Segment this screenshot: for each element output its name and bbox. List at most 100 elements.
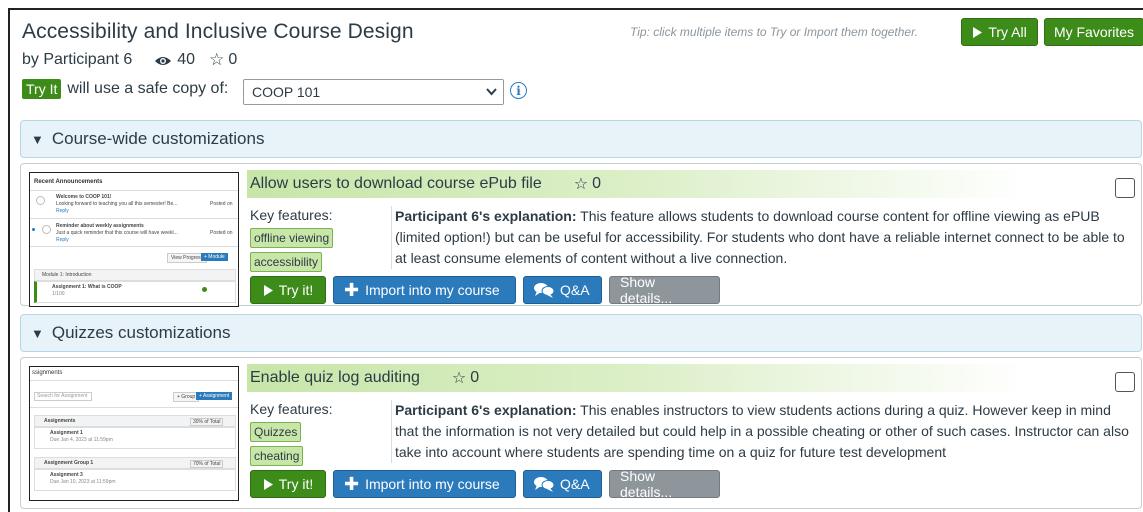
plus-icon: ✚ [344, 280, 360, 300]
import-button[interactable]: ✚ Import into my course [333, 470, 516, 498]
chat-bubbles-icon [534, 283, 554, 298]
card-star-count: 0 [592, 175, 601, 192]
try-all-button[interactable]: Try All [961, 18, 1038, 46]
thumb-text: Due Jan 4, 2023 at 11:59pm [50, 437, 113, 443]
preview-thumbnail: ssignments Search for Assignment + Group… [29, 366, 239, 501]
star-outline-icon[interactable]: ☆ [209, 50, 224, 70]
info-icon[interactable]: i [510, 82, 527, 99]
try-it-label: Try it! [278, 476, 314, 492]
section-title: Quizzes customizations [51, 323, 231, 342]
qa-label: Q&A [560, 476, 590, 492]
thumb-text: Reply [56, 237, 69, 243]
section-title: Course-wide customizations [51, 129, 265, 148]
feature-tags: Quizzes cheating [250, 422, 360, 470]
show-details-button[interactable]: Show details... [609, 468, 720, 500]
select-checkbox[interactable] [1115, 178, 1135, 198]
explanation-author: Participant 6's explanation: [395, 402, 577, 418]
thumb-text: Assignment 3 [50, 472, 83, 478]
import-label: Import into my course [365, 282, 500, 298]
thumb-heading: ssignments [32, 370, 63, 376]
card-title: Allow users to download course ePub file [250, 175, 542, 192]
feature-tag[interactable]: offline viewing [250, 228, 334, 248]
course-design-panel: Accessibility and Inclusive Course Desig… [8, 8, 1143, 512]
key-features-label: Key features: [250, 401, 333, 417]
triangle-down-icon: ▼ [31, 325, 44, 341]
try-it-button[interactable]: Try it! [250, 470, 326, 498]
customization-card: ssignments Search for Assignment + Group… [20, 357, 1142, 509]
feature-tag[interactable]: cheating [250, 446, 304, 466]
try-it-button[interactable]: Try it! [250, 276, 326, 304]
thumb-text: 1/100 [52, 291, 65, 297]
thumb-text: Reply [56, 208, 69, 214]
thumb-text: Reminder about weekly assignments [56, 223, 144, 229]
try-it-badge: Try It [22, 79, 62, 99]
triangle-down-icon: ▼ [31, 131, 44, 147]
views-count: 40 [177, 51, 196, 68]
play-icon [973, 26, 983, 38]
chevron-down-icon [486, 84, 497, 99]
key-features-label: Key features: [250, 207, 333, 223]
thumb-text: Assignments [44, 418, 76, 424]
thumb-text: + Assignment [196, 392, 233, 400]
section-quizzes[interactable]: ▼ Quizzes customizations [20, 314, 1142, 352]
course-select-value: COOP 101 [252, 84, 321, 100]
thumb-text: Posted on [210, 201, 233, 207]
thumb-text: Just a quick reminder that this course w… [56, 230, 178, 236]
eye-icon [154, 54, 172, 66]
card-star-count: 0 [470, 369, 480, 386]
import-button[interactable]: ✚ Import into my course [333, 276, 516, 304]
show-details-label: Show details... [620, 274, 673, 306]
thumb-text: Search for Assignment [34, 392, 92, 401]
section-course-wide[interactable]: ▼ Course-wide customizations [20, 120, 1142, 158]
card-actions: Try it! ✚ Import into my course Q&A Show… [250, 274, 720, 306]
thumb-heading: Recent Announcements [34, 179, 103, 185]
show-details-button[interactable]: Show details... [609, 274, 720, 306]
thumb-text: Looking forward to teaching you all this… [56, 201, 178, 207]
feature-tag[interactable]: Quizzes [250, 422, 302, 442]
try-it-label: Try it! [278, 282, 314, 298]
preview-thumbnail: Recent Announcements Welcome to COOP 101… [29, 172, 239, 307]
feature-tag[interactable]: accessibility [250, 252, 323, 272]
chat-bubbles-icon [534, 477, 554, 492]
tip-text: Tip: click multiple items to Try or Impo… [630, 25, 918, 39]
explanation-author: Participant 6's explanation: [395, 208, 577, 224]
page-title: Accessibility and Inclusive Course Desig… [22, 20, 414, 43]
thumb-text: Assignment 1: What is COOP [52, 284, 122, 290]
qa-label: Q&A [560, 282, 590, 298]
safe-copy-text: will use a safe copy of: [67, 80, 229, 97]
byline: by Participant 6 40 ☆ 0 [22, 50, 237, 70]
thumb-text: 30% of Total [190, 418, 224, 426]
qa-button[interactable]: Q&A [523, 470, 602, 498]
play-icon [263, 478, 273, 490]
my-favorites-button[interactable]: My Favorites [1044, 18, 1143, 46]
customization-card: Recent Announcements Welcome to COOP 101… [20, 163, 1142, 307]
card-header: Enable quiz log auditing ☆ 0 [247, 364, 1027, 392]
card-actions: Try it! ✚ Import into my course Q&A Show… [250, 468, 720, 500]
show-details-label: Show details... [620, 468, 673, 500]
qa-button[interactable]: Q&A [523, 276, 602, 304]
favorites-count: 0 [228, 51, 238, 68]
select-checkbox[interactable] [1115, 372, 1135, 392]
plus-icon: ✚ [344, 474, 360, 494]
card-title: Enable quiz log auditing [250, 369, 420, 386]
thumb-text: Assignment 1 [50, 430, 83, 436]
try-all-label: Try All [988, 24, 1027, 40]
thumb-text: Welcome to COOP 101! [56, 194, 112, 200]
star-outline-icon[interactable]: ☆ [574, 174, 588, 194]
card-header: Allow users to download course ePub file… [247, 170, 1027, 198]
play-icon [263, 284, 273, 296]
my-favorites-label: My Favorites [1053, 24, 1135, 40]
explanation: Participant 6's explanation: This featur… [391, 206, 1131, 269]
feature-tags: offline viewing accessibility [250, 228, 360, 276]
explanation: Participant 6's explanation: This enable… [391, 400, 1131, 463]
star-outline-icon[interactable]: ☆ [452, 368, 466, 388]
thumb-text: Posted on [210, 230, 233, 236]
import-label: Import into my course [365, 476, 500, 492]
course-select[interactable]: COOP 101 [243, 79, 504, 105]
thumb-text: 70% of Total [190, 460, 224, 468]
safe-copy-row: Try It will use a safe copy of: [22, 79, 228, 99]
thumb-text: Assignment Group 1 [44, 460, 94, 466]
thumb-text: + Module [201, 253, 228, 261]
author-text: by Participant 6 [22, 51, 133, 68]
thumb-text: Module 1: Introduction [42, 272, 92, 278]
